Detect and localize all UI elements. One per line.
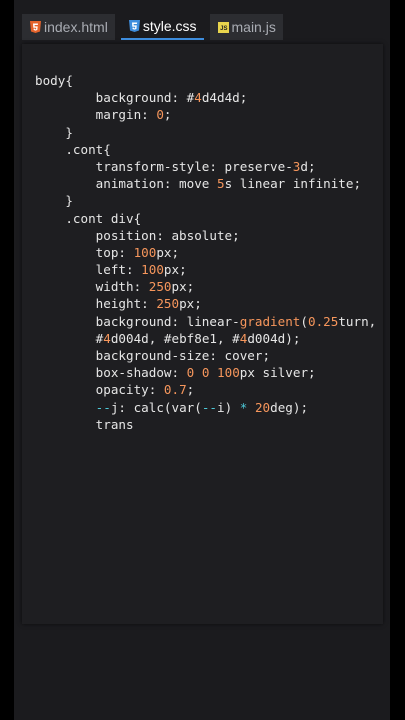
code-line: .cont{ <box>35 141 376 158</box>
code-text-token: ; <box>186 382 195 398</box>
code-number-token: gradient <box>239 313 301 329</box>
code-text-token: .cont{ <box>35 141 111 157</box>
tab-main-js[interactable]: JS main.js <box>209 14 283 40</box>
code-editor[interactable]: body{ background: #4d4d4d; margin: 0; } … <box>22 44 383 624</box>
code-operator-token: -- <box>201 399 218 415</box>
code-line: transform-style: preserve-3d; <box>35 158 376 175</box>
tab-index-html[interactable]: index.html <box>22 14 115 40</box>
code-text-token: opacity: <box>35 382 164 398</box>
code-line: } <box>35 192 376 209</box>
code-number-token: 0 <box>156 107 164 123</box>
code-text-token: } <box>35 193 73 209</box>
code-text-token: height: <box>35 296 157 312</box>
code-text-token: px; <box>156 244 180 260</box>
code-text-token: margin: <box>35 107 157 123</box>
code-number-token: 20 <box>254 399 271 415</box>
code-line: .cont div{ <box>35 210 376 227</box>
code-number-token: 0.7 <box>163 382 187 398</box>
code-text-token: } <box>35 124 73 140</box>
code-text-token: width: <box>35 279 149 295</box>
code-text-token: d4d4d; <box>201 90 248 106</box>
html5-icon <box>30 21 41 33</box>
code-text-token: px; <box>171 279 195 295</box>
code-text-token: px silver; <box>239 365 316 381</box>
tab-label: style.css <box>142 18 197 34</box>
code-operator-token: -- <box>95 399 111 415</box>
editor-tab-bar: index.html style.css JS main.js <box>22 14 283 42</box>
css3-icon <box>128 20 140 32</box>
code-line: animation: move 5s linear infinite; <box>35 175 376 192</box>
code-line: opacity: 0.7; <box>35 381 376 398</box>
code-text-token: background: # <box>35 90 195 106</box>
code-line: #4d004d, #ebf8e1, #4d004d); <box>35 330 376 347</box>
code-text-token: j: calc(var( <box>110 399 202 415</box>
code-text-token: d004d, #ebf8e1, # <box>110 330 240 346</box>
code-number-token: 100 <box>133 244 157 260</box>
code-text-token: ( <box>300 313 308 329</box>
code-line: left: 100px; <box>35 261 376 278</box>
code-line: height: 250px; <box>35 295 376 312</box>
code-number-token: 0.25 <box>307 313 339 329</box>
tab-style-css[interactable]: style.css <box>120 14 204 40</box>
code-number-token: 250 <box>156 296 180 312</box>
code-number-token: 5 <box>216 176 225 192</box>
code-text-token: d004d); <box>247 330 301 346</box>
code-text-token: background-size: cover; <box>35 348 271 363</box>
code-content: body{ background: #4d4d4d; margin: 0; } … <box>35 72 376 433</box>
code-line: position: absolute; <box>35 227 376 244</box>
code-line: background: #4d4d4d; <box>35 89 376 106</box>
code-text-token: ; <box>163 107 172 123</box>
code-line: margin: 0; <box>35 106 376 123</box>
code-text-token: background: linear- <box>35 313 240 329</box>
code-number-token: 4 <box>103 330 111 346</box>
code-line: box-shadow: 0 0 100px silver; <box>35 364 376 381</box>
code-text-token: px; <box>179 296 202 312</box>
code-text-token: s linear infinite; <box>224 176 362 192</box>
code-text-token: box-shadow: <box>35 365 187 381</box>
js-icon: JS <box>217 21 229 33</box>
code-line: trans <box>35 416 376 433</box>
code-text-token: left: <box>35 262 142 278</box>
code-line: background: linear-gradient(0.25turn, <box>35 313 377 330</box>
code-text-token: turn, <box>338 313 377 329</box>
tab-label: index.html <box>44 19 108 35</box>
code-text-token: .cont div{ <box>35 210 142 226</box>
code-number-token: 100 <box>217 365 240 381</box>
code-text-token: body{ <box>35 73 73 88</box>
code-text-token: animation: move <box>35 176 217 192</box>
code-number-token: 250 <box>148 279 172 295</box>
code-text-token: top: <box>35 244 134 260</box>
code-text-token: transform-style: preserve- <box>35 158 293 174</box>
code-line: background-size: cover; <box>35 347 376 364</box>
code-line: --j: calc(var(--i) * 20deg); <box>35 399 376 416</box>
code-text-token: i) <box>217 399 240 415</box>
code-text-token: position: absolute; <box>35 227 240 243</box>
code-number-token: 100 <box>141 262 164 278</box>
code-text-token: d; <box>300 158 316 174</box>
code-line: width: 250px; <box>35 278 376 295</box>
code-line: } <box>35 124 376 141</box>
code-text-token: deg); <box>270 399 309 415</box>
code-line: body{ <box>35 72 376 89</box>
code-text-token: trans <box>35 416 134 432</box>
code-number-token: 4 <box>194 90 202 106</box>
tab-label: main.js <box>231 19 276 35</box>
code-text-token: # <box>35 330 104 346</box>
code-line: top: 100px; <box>35 244 376 261</box>
code-text-token: px; <box>163 262 187 278</box>
